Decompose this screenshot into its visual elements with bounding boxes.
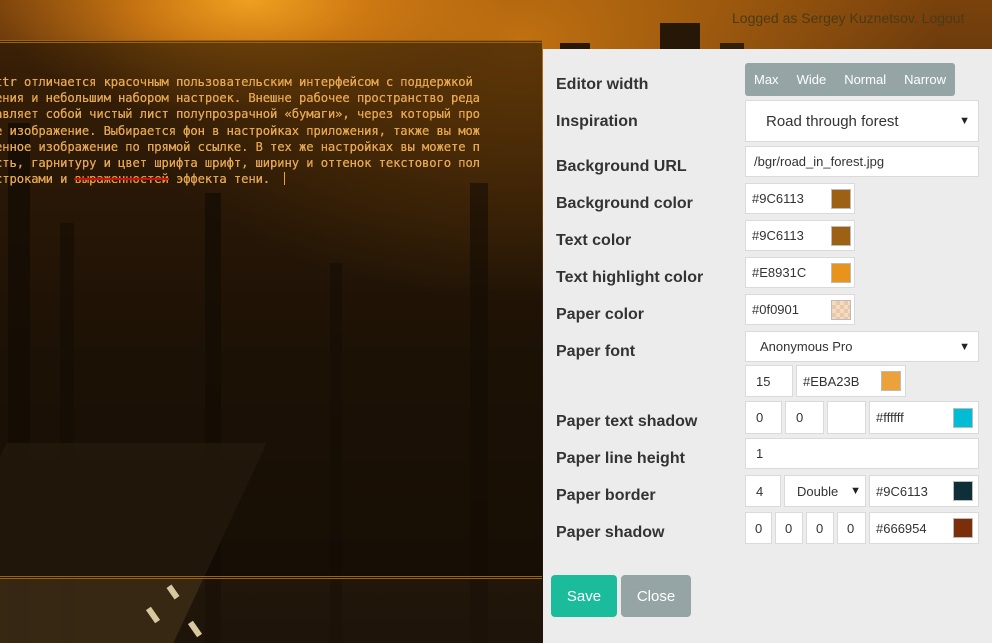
dropdown-arrow-icon: ▼ [959, 115, 970, 127]
background-color-value: #9C6113 [752, 191, 804, 206]
inspiration-select[interactable]: Road through forest ▼ [745, 100, 979, 142]
text-line: ttr отличается красочным пользовательски… [0, 75, 473, 89]
logout-link[interactable]: Logout [922, 10, 965, 26]
paper-shadow-c-input[interactable]: 0 [806, 512, 834, 544]
text-color-value: #9C6113 [752, 228, 804, 243]
text-highlight-color-value: #E8931C [752, 265, 807, 280]
width-narrow-button[interactable]: Narrow [895, 63, 955, 96]
background-url-value: /bgr/road_in_forest.jpg [754, 154, 885, 169]
paper-shadow-a-input[interactable]: 0 [745, 512, 772, 544]
paper-editor[interactable]: ttr отличается красочным пользовательски… [0, 40, 542, 579]
background-color-label: Background color [556, 195, 693, 212]
width-max-button[interactable]: Max [745, 63, 788, 96]
paper-border-width-value: 4 [756, 483, 764, 499]
paper-shadow-b-value: 0 [785, 520, 793, 536]
text-line: сть, гарнитуру и цвет шрифта шрифт, шири… [0, 156, 480, 171]
text-fragment: эффекта тени. [168, 172, 271, 187]
text-highlight-color-label: Text highlight color [556, 269, 704, 286]
paper-line-height-value: 1 [756, 446, 764, 461]
editor-text[interactable]: ttr отличается красочным пользовательски… [0, 74, 542, 187]
dropdown-arrow-icon: ▼ [959, 340, 970, 353]
paper-border-color-value: #9C6113 [876, 483, 928, 499]
paper-font-color-swatch[interactable] [881, 371, 901, 391]
text-color-label: Text color [556, 232, 632, 249]
paper-font-color-value: #EBA23B [803, 373, 860, 389]
paper-font-label: Paper font [556, 343, 636, 360]
text-fragment: строками и [0, 172, 75, 187]
text-line: енное изображение по прямой ссылке. В те… [0, 139, 480, 154]
paper-line-height-label: Paper line height [556, 450, 685, 467]
login-text: Logged as Sergey Kuznetsov. [732, 10, 918, 26]
highlighted-text: выраженностей [74, 172, 169, 187]
background-url-input[interactable]: /bgr/road_in_forest.jpg [745, 146, 979, 177]
paper-line-height-input[interactable]: 1 [745, 438, 979, 469]
text-line: авляет собой чистый лист полупрозрачной … [0, 107, 480, 122]
text-line: ения и небольшим набором настроек. Внешн… [0, 91, 480, 106]
paper-shadow-color-value: #666954 [876, 520, 927, 536]
paper-shadow-color-swatch[interactable] [953, 518, 973, 538]
paper-color-swatch[interactable] [831, 300, 851, 320]
paper-font-value: Anonymous Pro [760, 339, 853, 354]
save-button[interactable]: Save [551, 575, 617, 617]
text-shadow-x-input[interactable]: 0 [745, 401, 782, 434]
paper-color-label: Paper color [556, 306, 645, 323]
text-shadow-x-value: 0 [756, 410, 764, 425]
paper-text-shadow-label: Paper text shadow [556, 413, 698, 430]
text-highlight-color-swatch[interactable] [831, 263, 851, 283]
inspiration-label: Inspiration [556, 113, 638, 130]
paper-font-size-value: 15 [756, 373, 771, 389]
paper-shadow-label: Paper shadow [556, 524, 665, 541]
login-status: Logged as Sergey Kuznetsov. Logout [732, 10, 992, 26]
paper-font-size-input[interactable]: 15 [745, 365, 793, 397]
paper-border-style-select[interactable]: Double ▼ [784, 475, 866, 507]
editor-width-label: Editor width [556, 76, 649, 93]
paper-border-label: Paper border [556, 487, 656, 504]
paper-shadow-b-input[interactable]: 0 [775, 512, 803, 544]
background-url-label: Background URL [556, 158, 687, 175]
background-color-swatch[interactable] [831, 189, 851, 209]
paper-border-width-input[interactable]: 4 [745, 475, 781, 507]
width-normal-button[interactable]: Normal [835, 63, 895, 96]
paper-shadow-a-value: 0 [755, 520, 763, 536]
paper-shadow-c-value: 0 [816, 520, 824, 536]
text-shadow-y-input[interactable]: 0 [785, 401, 824, 434]
text-shadow-blur-input[interactable] [827, 401, 866, 434]
dropdown-arrow-icon: ▼ [850, 485, 861, 497]
inspiration-value: Road through forest [766, 112, 899, 130]
paper-color-value: #0f0901 [752, 302, 799, 317]
text-caret [284, 172, 286, 186]
text-line-last: строками и выраженностей эффекта тени. [0, 171, 542, 187]
paper-border-style-value: Double [797, 483, 839, 499]
text-shadow-color-value: #ffffff [876, 410, 904, 425]
settings-panel: Editor width Max Wide Normal Narrow Insp… [543, 49, 992, 643]
text-shadow-color-swatch[interactable] [953, 408, 973, 428]
text-line: е изображение. Выбирается фон в настройк… [0, 123, 480, 138]
text-shadow-y-value: 0 [796, 410, 804, 425]
paper-border-color-swatch[interactable] [953, 481, 973, 501]
paper-font-select[interactable]: Anonymous Pro ▼ [745, 331, 979, 362]
close-button[interactable]: Close [621, 575, 691, 617]
paper-shadow-d-input[interactable]: 0 [837, 512, 866, 544]
editor-width-group: Max Wide Normal Narrow [745, 63, 955, 96]
width-wide-button[interactable]: Wide [788, 63, 836, 96]
paper-shadow-d-value: 0 [847, 520, 855, 536]
text-color-swatch[interactable] [831, 226, 851, 246]
